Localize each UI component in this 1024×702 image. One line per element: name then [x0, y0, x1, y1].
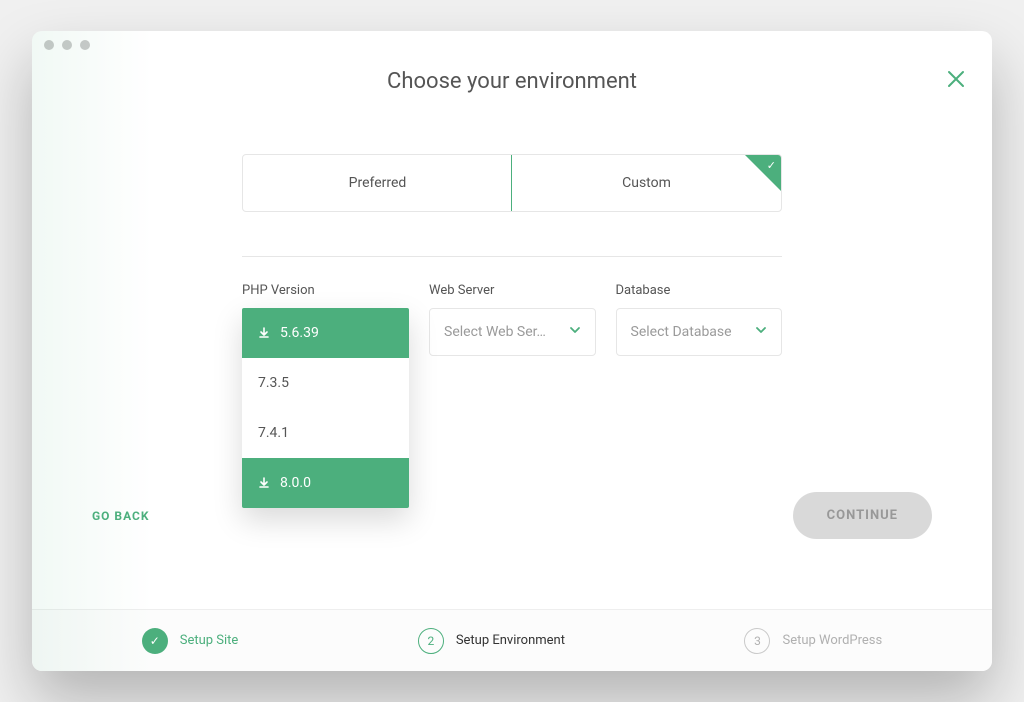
field-label: Web Server	[429, 283, 596, 298]
field-label: PHP Version	[242, 283, 409, 298]
step-number: 3	[744, 628, 770, 654]
step-number: ✓	[142, 628, 168, 654]
env-tabs: Preferred Custom ✓	[242, 154, 782, 212]
traffic-light-close[interactable]	[44, 40, 54, 50]
tab-label: Preferred	[349, 175, 407, 191]
step-setup-wordpress: 3 Setup WordPress	[744, 628, 882, 654]
field-database: Database Select Database	[616, 283, 783, 356]
traffic-light-minimize[interactable]	[62, 40, 72, 50]
page-header: Choose your environment	[32, 59, 992, 94]
go-back-button[interactable]: GO BACK	[92, 509, 150, 523]
step-setup-site: ✓ Setup Site	[142, 628, 239, 654]
php-option-label: 7.3.5	[258, 375, 289, 391]
step-label: Setup Site	[180, 633, 239, 648]
fields-row: PHP Version 5.6.39 7.3.5 7	[242, 283, 782, 508]
window-titlebar	[32, 31, 992, 59]
php-option[interactable]: 7.3.5	[242, 358, 409, 408]
php-option[interactable]: 8.0.0	[242, 458, 409, 508]
traffic-light-zoom[interactable]	[80, 40, 90, 50]
download-icon	[258, 477, 270, 489]
field-web-server: Web Server Select Web Ser…	[429, 283, 596, 356]
step-number: 2	[418, 628, 444, 654]
php-option[interactable]: 7.4.1	[242, 408, 409, 458]
close-icon[interactable]	[944, 67, 968, 91]
select-placeholder: Select Database	[631, 324, 732, 340]
php-option-label: 7.4.1	[258, 425, 289, 441]
chevron-down-icon	[569, 324, 581, 340]
step-label: Setup WordPress	[782, 633, 882, 648]
field-php-version: PHP Version 5.6.39 7.3.5 7	[242, 283, 409, 508]
database-select[interactable]: Select Database	[616, 308, 783, 356]
page-content: Preferred Custom ✓ PHP Version	[32, 94, 992, 609]
web-server-select[interactable]: Select Web Ser…	[429, 308, 596, 356]
php-option-label: 5.6.39	[280, 325, 319, 341]
php-option[interactable]: 5.6.39	[242, 308, 409, 358]
check-icon: ✓	[767, 159, 776, 172]
step-bar: ✓ Setup Site 2 Setup Environment 3 Setup…	[32, 609, 992, 671]
field-label: Database	[616, 283, 783, 298]
tab-label: Custom	[622, 175, 671, 191]
tab-preferred[interactable]: Preferred	[243, 155, 512, 211]
section-divider	[242, 256, 782, 257]
download-icon	[258, 327, 270, 339]
app-window: Choose your environment Preferred Custom…	[32, 31, 992, 671]
tab-custom[interactable]: Custom ✓	[511, 154, 782, 212]
select-placeholder: Select Web Ser…	[444, 324, 546, 340]
php-option-label: 8.0.0	[280, 475, 311, 491]
step-label: Setup Environment	[456, 633, 565, 648]
step-setup-environment: 2 Setup Environment	[418, 628, 565, 654]
chevron-down-icon	[755, 324, 767, 340]
wizard-footer: GO BACK CONTINUE	[32, 492, 992, 539]
php-version-dropdown[interactable]: 5.6.39 7.3.5 7.4.1 8.0.0	[242, 308, 409, 508]
page-title: Choose your environment	[387, 69, 637, 94]
continue-button[interactable]: CONTINUE	[793, 492, 932, 539]
